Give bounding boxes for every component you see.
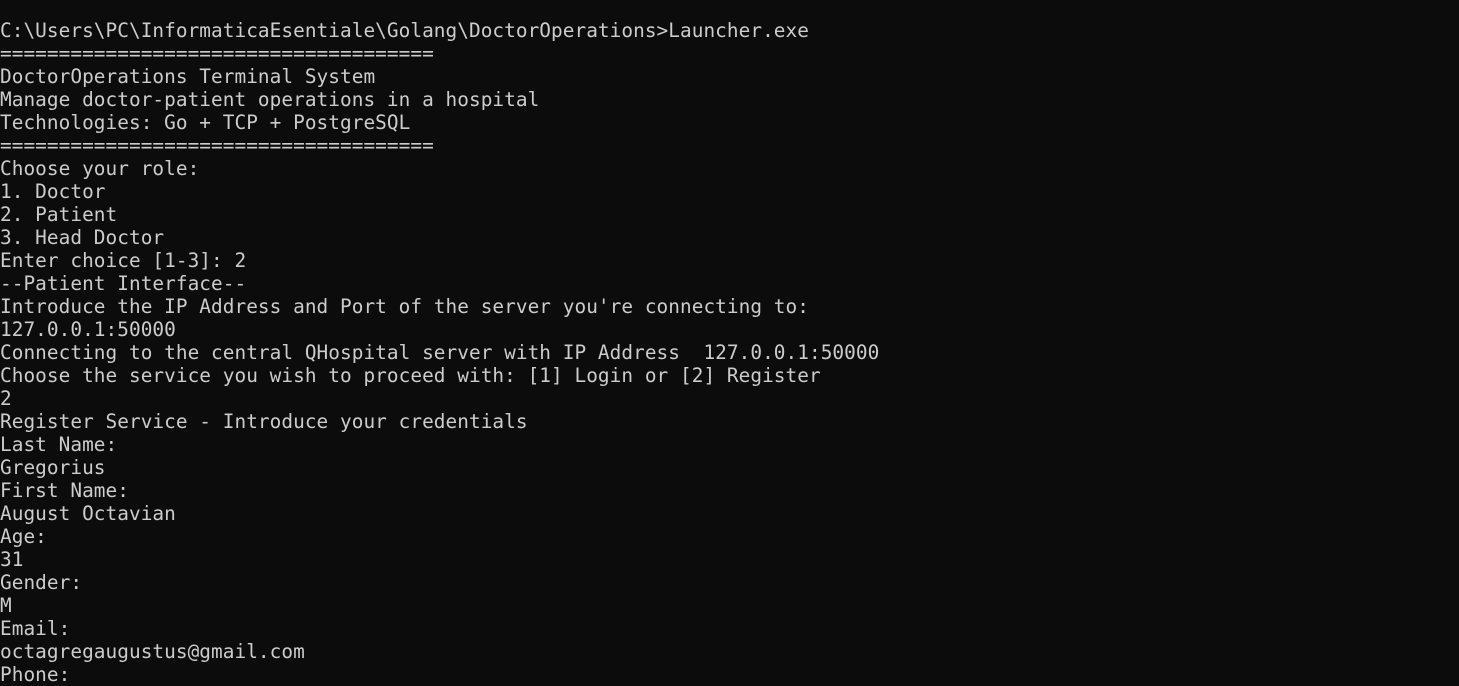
- server-address-input: 127.0.0.1:50000: [0, 318, 176, 341]
- age-value: 31: [0, 548, 24, 571]
- role-option-doctor: 1. Doctor: [0, 180, 106, 203]
- phone-label: Phone:: [0, 663, 71, 686]
- technologies-line: Technologies: Go + TCP + PostgreSQL: [0, 111, 411, 134]
- last-name-label: Last Name:: [0, 433, 118, 456]
- role-option-head-doctor: 3. Head Doctor: [0, 226, 165, 249]
- patient-interface-header: --Patient Interface--: [0, 272, 247, 295]
- register-service-header: Register Service - Introduce your creden…: [0, 410, 528, 433]
- terminal-window[interactable]: C:\Users\PC\InformaticaEsentiale\Golang\…: [0, 0, 1459, 686]
- connecting-status: Connecting to the central QHospital serv…: [0, 341, 880, 364]
- age-label: Age:: [0, 525, 47, 548]
- role-option-patient: 2. Patient: [0, 203, 118, 226]
- first-name-value: August Octavian: [0, 502, 176, 525]
- separator-line: =====================================: [0, 134, 434, 157]
- separator-line: =====================================: [0, 42, 434, 65]
- email-label: Email:: [0, 617, 71, 640]
- service-input: 2: [0, 387, 12, 410]
- first-name-label: First Name:: [0, 479, 129, 502]
- command-prompt-line: C:\Users\PC\InformaticaEsentiale\Golang\…: [0, 19, 809, 42]
- system-description: Manage doctor-patient operations in a ho…: [0, 88, 540, 111]
- role-prompt: Choose your role:: [0, 157, 200, 180]
- last-name-value: Gregorius: [0, 456, 106, 479]
- service-prompt: Choose the service you wish to proceed w…: [0, 364, 821, 387]
- gender-label: Gender:: [0, 571, 83, 594]
- choice-input-line: Enter choice [1-3]: 2: [0, 249, 247, 272]
- server-address-prompt: Introduce the IP Address and Port of the…: [0, 295, 809, 318]
- system-title: DoctorOperations Terminal System: [0, 65, 376, 88]
- email-value: octagregaugustus@gmail.com: [0, 640, 305, 663]
- gender-value: M: [0, 594, 12, 617]
